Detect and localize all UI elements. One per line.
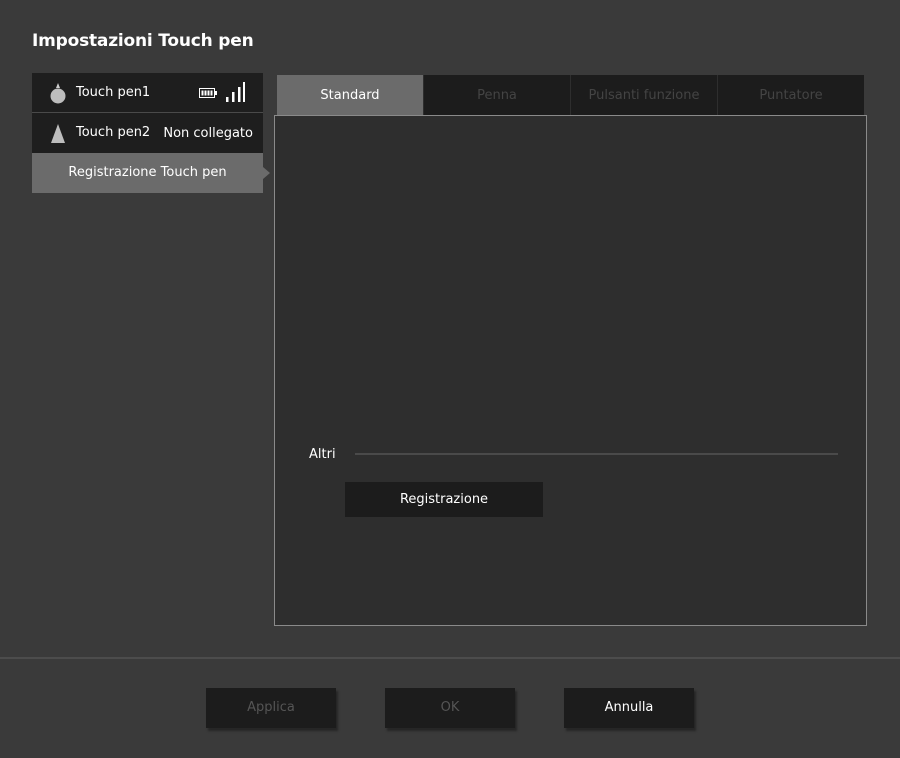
apply-button[interactable]: Applica: [206, 688, 336, 728]
footer-divider: [0, 657, 900, 659]
section-divider: [355, 453, 838, 455]
battery-full-icon: [199, 88, 217, 98]
connection-status: Non collegato: [163, 126, 253, 141]
settings-panel: Altri Registrazione: [274, 115, 867, 626]
tab-pulsanti-funzione[interactable]: Pulsanti funzione: [571, 75, 718, 115]
ok-button[interactable]: OK: [385, 688, 515, 728]
pen-item-touch-pen1[interactable]: Touch pen1: [32, 73, 263, 113]
window-title: Impostazioni Touch pen: [32, 31, 254, 51]
sidebar-item-registration[interactable]: Registrazione Touch pen: [32, 153, 270, 193]
tab-standard[interactable]: Standard: [277, 75, 424, 121]
tab-puntatore[interactable]: Puntatore: [718, 75, 864, 115]
pen-list: Touch pen1 Touch pen2 Non collegato Regi…: [32, 73, 270, 193]
signal-strength-icon: [226, 82, 245, 102]
section-label-altri: Altri: [309, 447, 336, 462]
pen-name: Touch pen1: [76, 85, 151, 100]
tab-penna[interactable]: Penna: [424, 75, 571, 115]
cancel-button[interactable]: Annulla: [564, 688, 694, 728]
pen-triangle-icon: [51, 124, 65, 143]
registration-button[interactable]: Registrazione: [345, 482, 543, 517]
pen-name: Touch pen2: [76, 125, 151, 140]
tab-bar: Standard Penna Pulsanti funzione Puntato…: [277, 75, 864, 121]
pen-circle-icon: [50, 83, 66, 104]
pen-item-touch-pen2[interactable]: Touch pen2 Non collegato: [32, 113, 263, 153]
